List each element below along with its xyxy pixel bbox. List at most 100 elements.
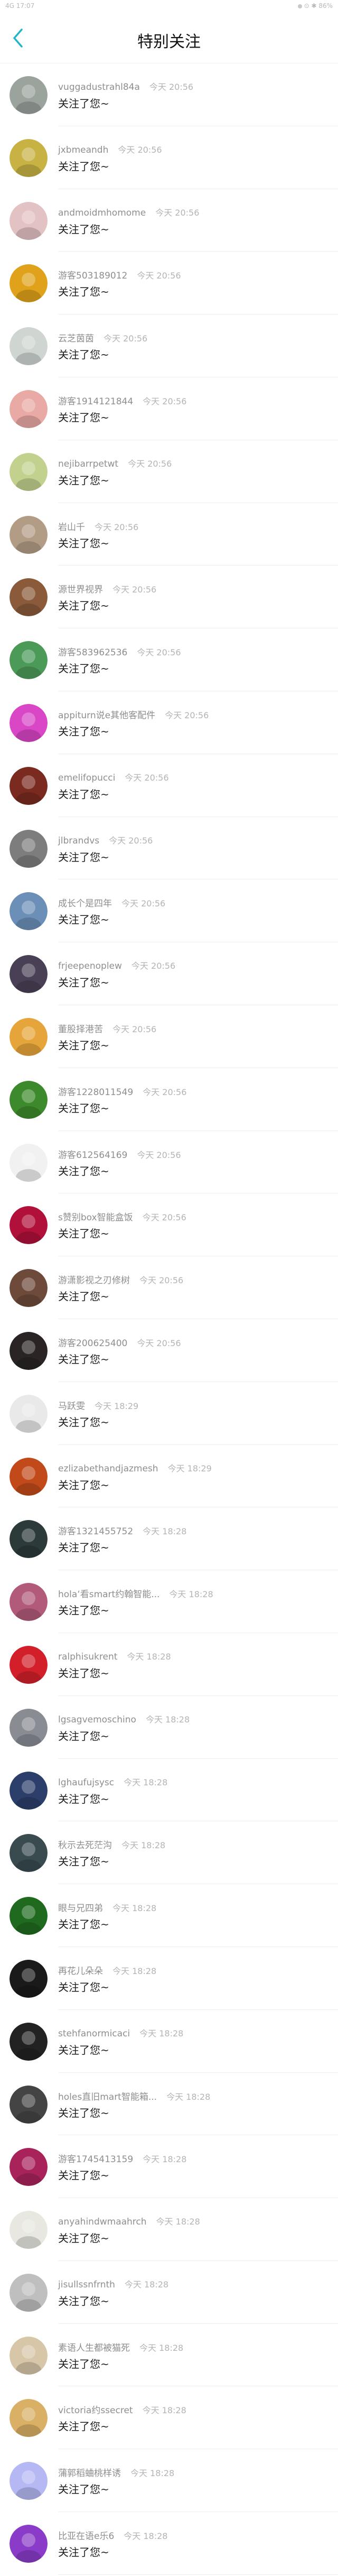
avatar[interactable] xyxy=(10,1331,48,1370)
avatar[interactable] xyxy=(10,452,48,491)
avatar[interactable] xyxy=(10,1520,48,1559)
avatar[interactable] xyxy=(10,201,48,240)
list-item[interactable]: 游客503189012 今天 20:56 关注了您~ xyxy=(0,252,338,315)
avatar[interactable] xyxy=(10,578,48,617)
avatar[interactable] xyxy=(10,76,48,114)
list-item[interactable]: s赞别box智能盒饭 今天 20:56 关注了您~ xyxy=(0,1193,338,1257)
user-name[interactable]: victoria约ssecret xyxy=(58,2405,133,2416)
user-name[interactable]: frjeepenoplew xyxy=(58,961,122,971)
avatar[interactable] xyxy=(10,829,48,868)
avatar[interactable] xyxy=(10,1269,48,1308)
user-name[interactable]: s赞别box智能盒饭 xyxy=(58,1212,133,1223)
list-item[interactable]: lgsagvemoschino 今天 18:28 关注了您~ xyxy=(0,1696,338,1759)
list-item[interactable]: victoria约ssecret 今天 18:28 关注了您~ xyxy=(0,2386,338,2450)
avatar[interactable] xyxy=(10,1206,48,1245)
user-name[interactable]: emelifopucci xyxy=(58,773,115,783)
list-item[interactable]: andmoidmhomome 今天 20:56 关注了您~ xyxy=(0,189,338,252)
avatar[interactable] xyxy=(10,2273,48,2312)
list-item[interactable]: 源世界视界 今天 20:56 关注了您~ xyxy=(0,566,338,629)
list-item[interactable]: stehfanormicaci 今天 18:28 关注了您~ xyxy=(0,2010,338,2073)
list-item[interactable]: emelifopucci 今天 20:56 关注了您~ xyxy=(0,754,338,817)
list-item[interactable]: 成长个是四年 今天 20:56 关注了您~ xyxy=(0,879,338,943)
list-item[interactable]: 再花儿朵朵 今天 18:28 关注了您~ xyxy=(0,1947,338,2010)
user-name[interactable]: stehfanormicaci xyxy=(58,2028,130,2039)
list-item[interactable]: 游客1914121844 今天 20:56 关注了您~ xyxy=(0,377,338,440)
avatar[interactable] xyxy=(10,892,48,931)
avatar[interactable] xyxy=(10,1834,48,1873)
user-name[interactable]: 云芝茵茵 xyxy=(58,333,94,344)
list-item[interactable]: 素语人生都被猫死 今天 18:28 关注了您~ xyxy=(0,2324,338,2387)
user-name[interactable]: ralphisukrent xyxy=(58,1652,117,1662)
user-name[interactable]: 董股择港苦 xyxy=(58,1024,103,1035)
avatar[interactable] xyxy=(10,1457,48,1496)
list-item[interactable]: ezlizabethandjazmesh 今天 18:29 关注了您~ xyxy=(0,1445,338,1508)
user-name[interactable]: 游客612564169 xyxy=(58,1150,127,1161)
avatar[interactable] xyxy=(10,390,48,428)
user-name[interactable]: 比亚在语e乐6 xyxy=(58,2531,114,2542)
list-item[interactable]: anyahindwmaahrch 今天 18:28 关注了您~ xyxy=(0,2198,338,2261)
avatar[interactable] xyxy=(10,703,48,742)
list-item[interactable]: 岩山千 今天 20:56 关注了您~ xyxy=(0,503,338,566)
user-name[interactable]: appiturn说e其他客配件 xyxy=(58,710,155,721)
list-item[interactable]: 马跃雯 今天 18:29 关注了您~ xyxy=(0,1382,338,1445)
user-name[interactable]: jlbrandvs xyxy=(58,836,99,846)
list-item[interactable]: 蒲郭稻蛐桃样诱 今天 18:28 关注了您~ xyxy=(0,2449,338,2513)
avatar[interactable] xyxy=(10,2022,48,2061)
list-item[interactable]: holes直旧mart智能箱... 今天 18:28 关注了您~ xyxy=(0,2073,338,2136)
user-name[interactable]: jxbmeandh xyxy=(58,145,108,155)
avatar[interactable] xyxy=(10,2148,48,2186)
user-name[interactable]: 马跃雯 xyxy=(58,1401,85,1412)
list-item[interactable]: 眼与兄四弟 今天 18:28 关注了您~ xyxy=(0,1884,338,1947)
avatar[interactable] xyxy=(10,1394,48,1433)
user-name[interactable]: 游客1228011549 xyxy=(58,1087,133,1098)
avatar[interactable] xyxy=(10,2462,48,2500)
user-name[interactable]: lghaufujsysc xyxy=(58,1777,114,1788)
list-item[interactable]: vuggadustrahl84a 今天 20:56 关注了您~ xyxy=(0,63,338,126)
user-name[interactable]: holes直旧mart智能箱... xyxy=(58,2092,157,2102)
list-item[interactable]: 游客612564169 今天 20:56 关注了您~ xyxy=(0,1131,338,1194)
avatar[interactable] xyxy=(10,1017,48,1056)
user-name[interactable]: holaʻ看smart约翰智能... xyxy=(58,1589,159,1600)
list-item[interactable]: 游客583962536 今天 20:56 关注了您~ xyxy=(0,628,338,691)
user-name[interactable]: ezlizabethandjazmesh xyxy=(58,1463,158,1474)
list-item[interactable]: 游潇影视之刃修树 今天 20:56 关注了您~ xyxy=(0,1256,338,1319)
user-name[interactable]: 眼与兄四弟 xyxy=(58,1903,103,1914)
user-name[interactable]: 游客1321455752 xyxy=(58,1526,133,1537)
user-name[interactable]: 游客503189012 xyxy=(58,271,127,281)
list-item[interactable]: appiturn说e其他客配件 今天 20:56 关注了您~ xyxy=(0,691,338,754)
avatar[interactable] xyxy=(10,2085,48,2124)
user-name[interactable]: 岩山千 xyxy=(58,522,85,533)
list-item[interactable]: ralphisukrent 今天 18:28 关注了您~ xyxy=(0,1633,338,1696)
list-item[interactable]: 云芝茵茵 今天 20:56 关注了您~ xyxy=(0,314,338,377)
avatar[interactable] xyxy=(10,264,48,303)
user-name[interactable]: jisullssnfrnth xyxy=(58,2280,115,2290)
user-name[interactable]: 游客200625400 xyxy=(58,1338,127,1349)
list-item[interactable]: 游客1228011549 今天 20:56 关注了您~ xyxy=(0,1068,338,1131)
avatar[interactable] xyxy=(10,138,48,177)
list-item[interactable]: jxbmeandh 今天 20:56 关注了您~ xyxy=(0,126,338,189)
user-name[interactable]: anyahindwmaahrch xyxy=(58,2217,147,2227)
avatar[interactable] xyxy=(10,766,48,805)
avatar[interactable] xyxy=(10,1583,48,1621)
user-name[interactable]: 源世界视界 xyxy=(58,585,103,595)
user-name[interactable]: 游客583962536 xyxy=(58,647,127,658)
avatar[interactable] xyxy=(10,2211,48,2249)
avatar[interactable] xyxy=(10,2336,48,2375)
user-name[interactable]: lgsagvemoschino xyxy=(58,1715,136,1725)
user-name[interactable]: 再花儿朵朵 xyxy=(58,1966,103,1977)
list-item[interactable]: 比亚在语e乐6 今天 18:28 关注了您~ xyxy=(0,2512,338,2575)
user-name[interactable]: nejibarrpetwt xyxy=(58,459,118,469)
list-item[interactable]: 游客1745413159 今天 18:28 关注了您~ xyxy=(0,2135,338,2199)
avatar[interactable] xyxy=(10,1645,48,1684)
avatar[interactable] xyxy=(10,327,48,366)
user-name[interactable]: 素语人生都被猫死 xyxy=(58,2343,130,2353)
avatar[interactable] xyxy=(10,1143,48,1182)
user-name[interactable]: 成长个是四年 xyxy=(58,898,112,909)
list-item[interactable]: 秋示去死茫沟 今天 18:28 关注了您~ xyxy=(0,1821,338,1885)
list-item[interactable]: holaʻ看smart约翰智能... 今天 18:28 关注了您~ xyxy=(0,1570,338,1633)
list-item[interactable]: 董股择港苦 今天 20:56 关注了您~ xyxy=(0,1005,338,1068)
list-item[interactable]: 游客1321455752 今天 18:28 关注了您~ xyxy=(0,1507,338,1571)
list-item[interactable]: nejibarrpetwt 今天 20:56 关注了您~ xyxy=(0,440,338,503)
list-item[interactable]: jlbrandvs 今天 20:56 关注了您~ xyxy=(0,817,338,880)
avatar[interactable] xyxy=(10,1959,48,1998)
